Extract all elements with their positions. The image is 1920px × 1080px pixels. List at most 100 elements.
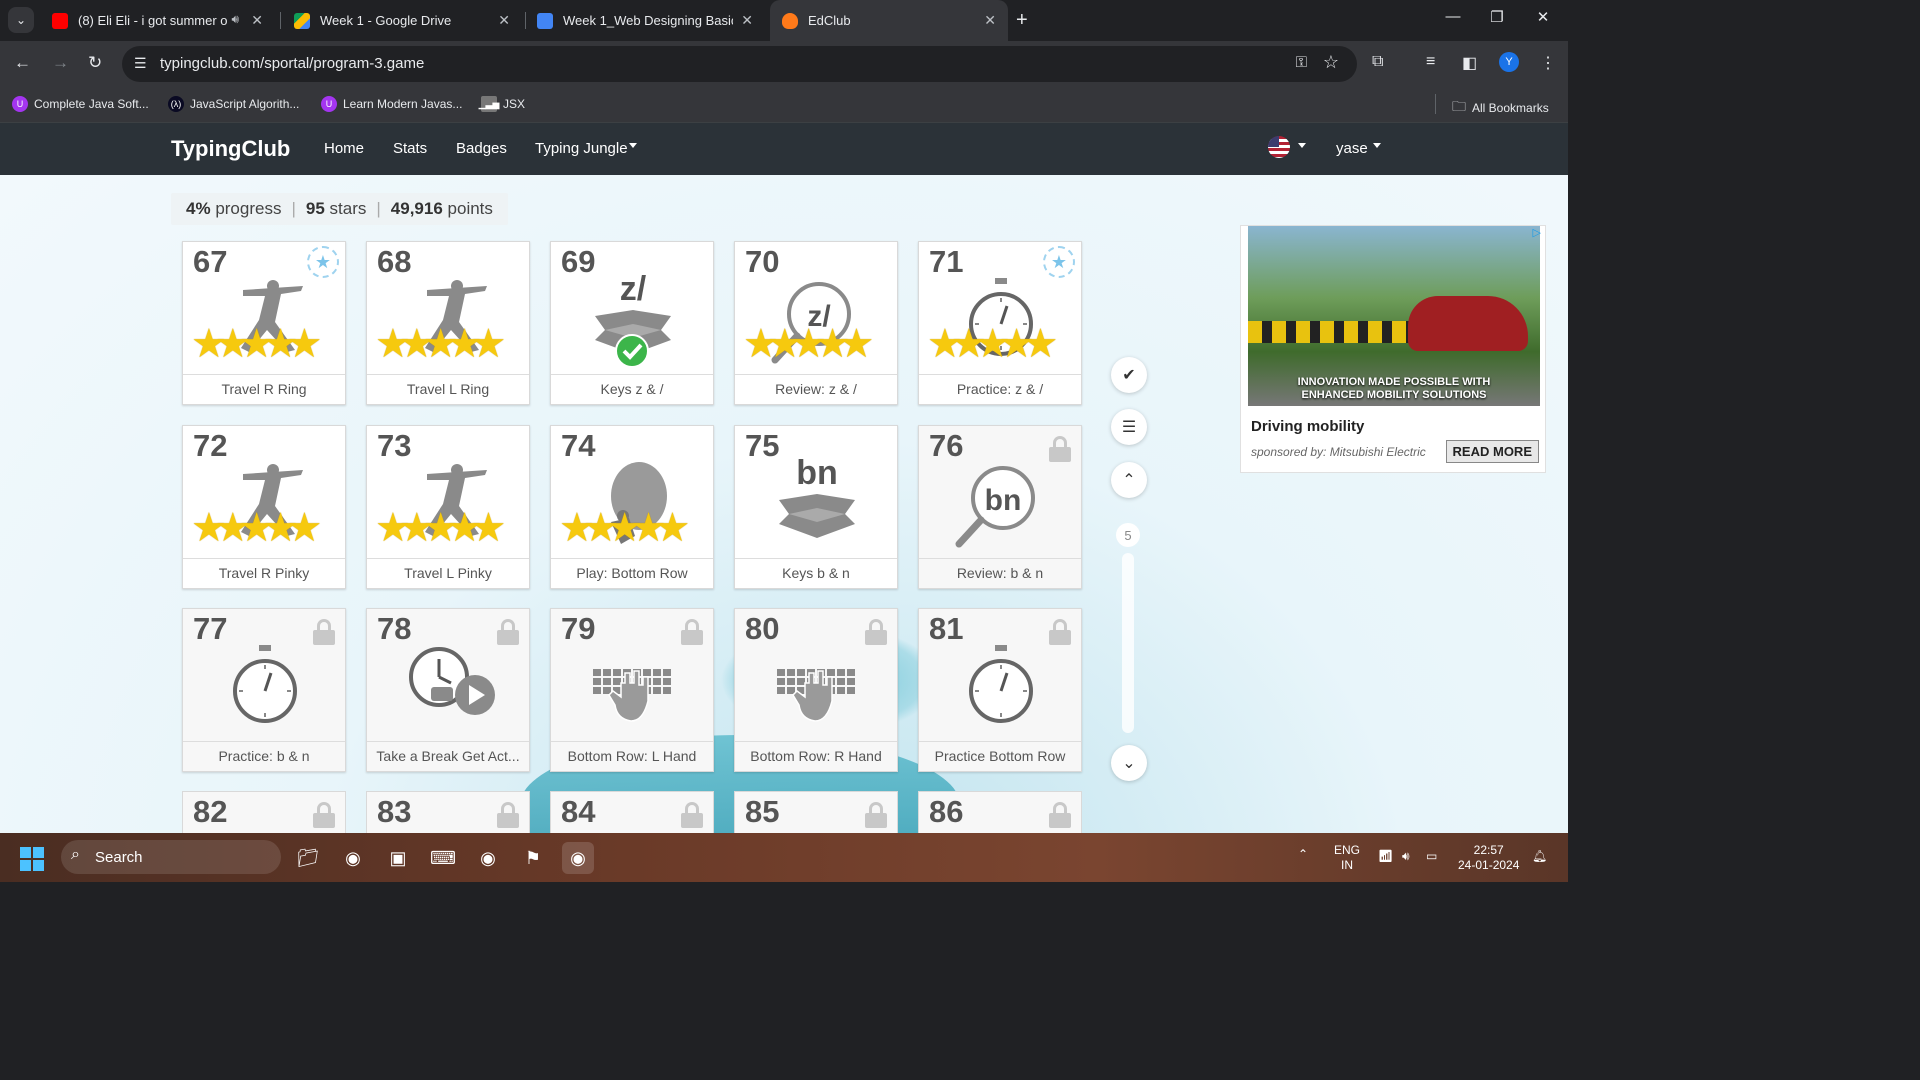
bookmark-item[interactable]: U Complete Java Soft... xyxy=(12,96,149,112)
bookmark-item[interactable]: ▁▃▅ JSX xyxy=(479,96,525,112)
chrome-profile-icon[interactable]: ◉ xyxy=(562,842,594,874)
extensions-icon[interactable]: ⧉ xyxy=(1372,53,1383,71)
lesson-card[interactable]: bn 75 Keys b & n xyxy=(734,425,898,589)
nav-stats[interactable]: Stats xyxy=(393,140,427,157)
bookmark-item[interactable]: U Learn Modern Javas... xyxy=(321,96,462,112)
lesson-card[interactable]: 73 ★★★★★ Travel L Pinky xyxy=(366,425,530,589)
side-panel-icon[interactable]: ◧ xyxy=(1462,53,1477,73)
lesson-card[interactable]: 71 ★ ★★★★★ Practice: z & / xyxy=(918,241,1082,405)
lesson-card[interactable]: 83 xyxy=(366,791,530,833)
ad-caption: INNOVATION MADE POSSIBLE WITH ENHANCED M… xyxy=(1297,376,1491,401)
lesson-title: Play: Bottom Row xyxy=(551,558,713,588)
close-tab-icon[interactable]: ✕ xyxy=(741,12,753,29)
lesson-number: 71 xyxy=(929,244,964,279)
media-control-icon[interactable]: ≡ xyxy=(1426,53,1435,71)
lock-icon xyxy=(497,619,519,645)
lesson-card[interactable]: 79 Bottom Row: L Hand xyxy=(550,608,714,772)
battery-icon[interactable]: ▭ xyxy=(1426,849,1437,864)
lesson-illustration xyxy=(551,639,715,743)
lesson-number: 81 xyxy=(929,611,964,646)
speaker-icon[interactable]: 🔊︎ xyxy=(231,12,239,27)
lesson-card[interactable]: 72 ★★★★★ Travel R Pinky xyxy=(182,425,346,589)
us-flag-icon[interactable] xyxy=(1268,136,1290,158)
close-window-icon[interactable]: ✕ xyxy=(1520,8,1566,26)
bookmarks-divider xyxy=(1435,94,1436,114)
close-tab-icon[interactable]: ✕ xyxy=(251,12,263,29)
notification-icon[interactable]: 🔔︎ xyxy=(1532,849,1547,864)
lesson-card[interactable]: 86 xyxy=(918,791,1082,833)
page-scroll-track[interactable] xyxy=(1122,553,1134,733)
lesson-card[interactable]: 80 Bottom Row: R Hand xyxy=(734,608,898,772)
tab-google-docs[interactable]: Week 1_Web Designing Basics ✕ xyxy=(525,0,765,41)
lesson-number: 79 xyxy=(561,611,596,646)
lesson-title: Travel L Ring xyxy=(367,374,529,404)
nav-badges[interactable]: Badges xyxy=(456,140,507,157)
nav-home[interactable]: Home xyxy=(324,140,364,157)
all-bookmarks-button[interactable]: 🗀︎ All Bookmarks xyxy=(1452,96,1549,120)
lesson-card[interactable]: 78 Take a Break Get Act... xyxy=(366,608,530,772)
lesson-card[interactable]: 81 Practice Bottom Row xyxy=(918,608,1082,772)
lesson-card[interactable]: 82 xyxy=(182,791,346,833)
bookmark-star-icon[interactable]: ☆ xyxy=(1323,52,1339,73)
lesson-title: Keys z & / xyxy=(551,374,713,404)
lesson-card[interactable]: z/70 ★★★★★ Review: z & / xyxy=(734,241,898,405)
tab-edclub[interactable]: EdClub ✕ xyxy=(770,0,1008,41)
tab-search-button[interactable]: ⌄ xyxy=(8,7,34,33)
back-icon[interactable]: ← xyxy=(14,53,31,73)
close-tab-icon[interactable]: ✕ xyxy=(984,12,996,29)
star-rating-icon: ★★★★★ xyxy=(375,322,506,366)
lesson-card[interactable]: 67 ★ ★★★★★ Travel R Ring xyxy=(182,241,346,405)
taskbar-search[interactable]: ⌕ Search xyxy=(61,840,281,874)
adchoices-icon[interactable]: ▷ xyxy=(1533,226,1541,239)
tab-google-drive[interactable]: Week 1 - Google Drive ✕ xyxy=(282,0,522,41)
check-circle-button[interactable]: ✔ xyxy=(1111,357,1147,393)
tab-youtube[interactable]: (8) Eli Eli - i got summer on 🔊︎ ✕ xyxy=(40,0,275,41)
app-icon[interactable]: ⚑ xyxy=(517,842,549,874)
scroll-down-button[interactable]: ⌄ xyxy=(1111,745,1147,781)
volume-icon[interactable]: 🔊︎ xyxy=(1402,849,1410,864)
terminal-app-icon[interactable]: ▣ xyxy=(382,842,414,874)
lesson-number: 74 xyxy=(561,428,596,463)
user-menu[interactable]: yase xyxy=(1336,140,1368,157)
restore-icon[interactable]: ❐ xyxy=(1474,8,1520,26)
forward-icon[interactable]: → xyxy=(52,53,69,73)
site-info-icon[interactable]: ☰ xyxy=(134,55,147,72)
clock[interactable]: 22:57 24-01-2024 xyxy=(1458,843,1519,873)
app-icon[interactable]: ⌨ xyxy=(427,842,459,874)
nav-typing-jungle[interactable]: Typing Jungle xyxy=(535,140,628,157)
bookmark-item[interactable]: (λ) JavaScript Algorith... xyxy=(168,96,299,112)
ad-image[interactable]: INNOVATION MADE POSSIBLE WITH ENHANCED M… xyxy=(1248,226,1540,406)
new-tab-icon[interactable]: + xyxy=(1016,9,1028,32)
advertisement[interactable]: INNOVATION MADE POSSIBLE WITH ENHANCED M… xyxy=(1240,225,1546,473)
chrome-icon[interactable]: ◉ xyxy=(337,842,369,874)
url-text[interactable]: typingclub.com/sportal/program-3.game xyxy=(160,55,424,72)
minimize-icon[interactable]: — xyxy=(1430,8,1476,25)
wifi-icon[interactable]: 📶︎ xyxy=(1378,849,1393,864)
read-more-button[interactable]: READ MORE xyxy=(1445,440,1539,463)
lesson-card[interactable]: 85 xyxy=(734,791,898,833)
lesson-card[interactable]: 77 Practice: b & n xyxy=(182,608,346,772)
scroll-up-button[interactable]: ⌃ xyxy=(1111,462,1147,498)
ad-headline[interactable]: Driving mobility xyxy=(1251,418,1364,435)
language-indicator[interactable]: ENG IN xyxy=(1334,843,1360,873)
profile-avatar[interactable]: Y xyxy=(1499,52,1519,72)
lesson-card[interactable]: 74 ★★★★★ Play: Bottom Row xyxy=(550,425,714,589)
close-tab-icon[interactable]: ✕ xyxy=(498,12,510,29)
lesson-card[interactable]: 68 ★★★★★ Travel L Ring xyxy=(366,241,530,405)
reload-icon[interactable]: ↻ xyxy=(88,53,102,73)
menu-button[interactable]: ☰ xyxy=(1111,409,1147,445)
typingclub-logo[interactable]: TypingClub xyxy=(171,136,290,162)
lesson-card[interactable]: bn 76 Review: b & n xyxy=(918,425,1082,589)
chrome-icon[interactable]: ◉ xyxy=(472,842,504,874)
password-key-icon[interactable]: ⚿ xyxy=(1296,54,1307,71)
address-bar[interactable]: ☰ typingclub.com/sportal/program-3.game … xyxy=(122,46,1357,82)
lesson-illustration: bn xyxy=(735,454,899,560)
lesson-card[interactable]: z/69 Keys z & / xyxy=(550,241,714,405)
file-explorer-icon[interactable]: 📁︎ xyxy=(292,842,324,874)
chevron-up-icon[interactable]: ⌃ xyxy=(1298,847,1308,862)
more-menu-icon[interactable]: ⋮ xyxy=(1540,53,1556,73)
lesson-title: Keys b & n xyxy=(735,558,897,588)
windows-start-icon[interactable] xyxy=(20,847,44,871)
lesson-card[interactable]: 84 xyxy=(550,791,714,833)
star-rating-icon: ★★★★★ xyxy=(743,322,874,366)
